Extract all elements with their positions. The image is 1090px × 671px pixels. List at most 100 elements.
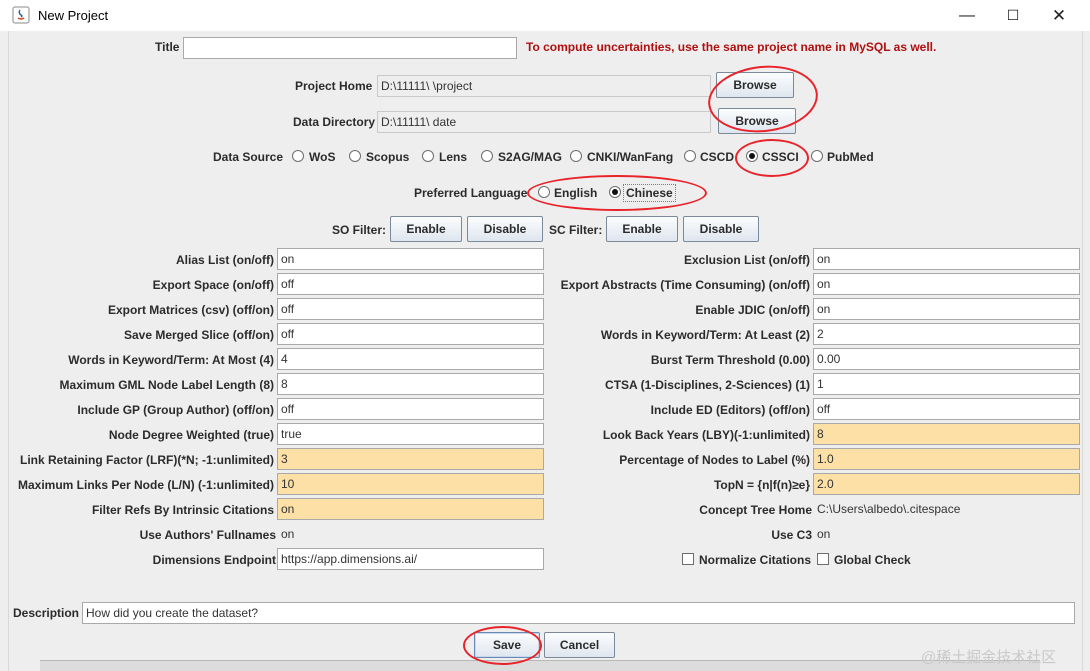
param-exclusion-list-input[interactable]: on — [813, 248, 1080, 270]
radio-cnki-wanfang[interactable] — [570, 150, 582, 162]
param-max-links-per-node-input[interactable]: 10 — [277, 473, 544, 495]
description-label: Description — [13, 606, 80, 620]
radio-wos[interactable] — [292, 150, 304, 162]
param-gml-label-length-input[interactable]: 8 — [277, 373, 544, 395]
param-include-gp-input[interactable]: off — [277, 398, 544, 420]
data-directory-field[interactable]: D:\11111\ date — [377, 111, 711, 133]
radio-cscd-label[interactable]: CSCD — [700, 150, 734, 164]
param-label-exclusion-list: Exclusion List (on/off) — [684, 253, 810, 267]
param-topn-input[interactable]: 2.0 — [813, 473, 1080, 495]
param-enable-jdic-input[interactable]: on — [813, 298, 1080, 320]
param-words-at-least-input[interactable]: 2 — [813, 323, 1080, 345]
data-directory-browse-button[interactable]: Browse — [718, 108, 796, 134]
param-alias-list-input[interactable]: on — [277, 248, 544, 270]
title-bar: New Project — ☐ ✕ — [0, 0, 1090, 31]
normalize-citations-checkbox[interactable] — [682, 553, 694, 565]
save-button[interactable]: Save — [474, 632, 540, 658]
radio-chinese[interactable] — [609, 186, 621, 198]
param-use-c3-input[interactable]: on — [813, 523, 1080, 545]
project-home-label: Project Home — [295, 79, 373, 93]
close-button[interactable]: ✕ — [1036, 0, 1082, 31]
radio-wos-label[interactable]: WoS — [309, 150, 335, 164]
param-label-export-matrices: Export Matrices (csv) (off/on) — [107, 303, 274, 317]
param-label-topn: TopN = {n|f(n)≥e} — [713, 478, 810, 492]
param-percentage-nodes-input[interactable]: 1.0 — [813, 448, 1080, 470]
param-label-burst-threshold: Burst Term Threshold (0.00) — [650, 353, 810, 367]
param-label-ctsa: CTSA (1-Disciplines, 2-Sciences) (1) — [605, 378, 810, 392]
param-label-authors-fullnames: Use Authors' Fullnames — [139, 528, 276, 542]
radio-pubmed-label[interactable]: PubMed — [827, 150, 874, 164]
radio-cssci-label[interactable]: CSSCI — [762, 150, 799, 164]
param-label-gml-label-length: Maximum GML Node Label Length (8) — [59, 378, 274, 392]
param-words-at-most-input[interactable]: 4 — [277, 348, 544, 370]
param-label-save-merged-slice: Save Merged Slice (off/on) — [123, 328, 274, 342]
radio-cnki-wanfang-label[interactable]: CNKI/WanFang — [587, 150, 673, 164]
normalize-citations-label[interactable]: Normalize Citations — [699, 553, 811, 567]
param-concept-tree-home-input[interactable]: C:\Users\albedo\.citespace — [813, 498, 1080, 520]
radio-cscd[interactable] — [684, 150, 696, 162]
sc-filter-disable-button[interactable]: Disable — [683, 216, 759, 242]
param-export-space-input[interactable]: off — [277, 273, 544, 295]
param-label-max-links-per-node: Maximum Links Per Node (L/N) (-1:unlimit… — [17, 478, 274, 492]
radio-english[interactable] — [538, 186, 550, 198]
radio-cssci[interactable] — [746, 150, 758, 162]
param-label-words-at-most: Words in Keyword/Term: At Most (4) — [68, 353, 274, 367]
radio-lens-label[interactable]: Lens — [439, 150, 467, 164]
title-label: Title — [155, 40, 180, 54]
param-ctsa-input[interactable]: 1 — [813, 373, 1080, 395]
param-authors-fullnames-input[interactable]: on — [277, 523, 544, 545]
param-label-dimensions-endpoint: Dimensions Endpoint — [152, 553, 276, 567]
param-label-node-degree-weighted: Node Degree Weighted (true) — [108, 428, 274, 442]
param-filter-refs-input[interactable]: on — [277, 498, 544, 520]
project-home-browse-button[interactable]: Browse — [716, 72, 794, 98]
param-label-export-abstracts: Export Abstracts (Time Consuming) (on/of… — [560, 278, 810, 292]
radio-english-label[interactable]: English — [554, 186, 597, 200]
java-app-icon — [12, 6, 30, 24]
project-home-field[interactable]: D:\11111\ \project — [377, 75, 711, 97]
global-check-label[interactable]: Global Check — [834, 553, 911, 567]
param-burst-threshold-input[interactable]: 0.00 — [813, 348, 1080, 370]
param-node-degree-weighted-input[interactable]: true — [277, 423, 544, 445]
so-filter-disable-button[interactable]: Disable — [467, 216, 543, 242]
param-label-alias-list: Alias List (on/off) — [176, 253, 274, 267]
param-label-enable-jdic: Enable JDIC (on/off) — [695, 303, 810, 317]
param-include-ed-input[interactable]: off — [813, 398, 1080, 420]
param-label-look-back-years: Look Back Years (LBY)(-1:unlimited) — [602, 428, 810, 442]
radio-s2ag-mag-label[interactable]: S2AG/MAG — [498, 150, 562, 164]
param-save-merged-slice-input[interactable]: off — [277, 323, 544, 345]
global-check-checkbox[interactable] — [817, 553, 829, 565]
maximize-button[interactable]: ☐ — [990, 0, 1036, 31]
param-link-retaining-factor-input[interactable]: 3 — [277, 448, 544, 470]
param-dimensions-endpoint-input[interactable]: https://app.dimensions.ai/ — [277, 548, 544, 570]
param-label-words-at-least: Words in Keyword/Term: At Least (2) — [600, 328, 810, 342]
param-label-include-ed: Include ED (Editors) (off/on) — [650, 403, 810, 417]
radio-chinese-label[interactable]: Chinese — [623, 184, 676, 202]
description-input[interactable]: How did you create the dataset? — [82, 602, 1075, 624]
data-directory-label: Data Directory — [293, 115, 376, 129]
radio-scopus[interactable] — [349, 150, 361, 162]
background-window-edge — [40, 660, 1040, 671]
param-label-export-space: Export Space (on/off) — [152, 278, 274, 292]
radio-pubmed[interactable] — [811, 150, 823, 162]
radio-lens[interactable] — [422, 150, 434, 162]
uncertainty-notice: To compute uncertainties, use the same p… — [526, 40, 937, 54]
so-filter-enable-button[interactable]: Enable — [390, 216, 462, 242]
preferred-language-label: Preferred Language — [414, 186, 528, 200]
so-filter-label: SO Filter: — [332, 223, 387, 237]
radio-s2ag-mag[interactable] — [481, 150, 493, 162]
minimize-button[interactable]: — — [944, 0, 990, 31]
window-title: New Project — [38, 8, 109, 23]
param-export-abstracts-input[interactable]: on — [813, 273, 1080, 295]
param-export-matrices-input[interactable]: off — [277, 298, 544, 320]
data-source-label: Data Source — [213, 150, 284, 164]
watermark: @稀土掘金技术社区 — [921, 649, 1057, 666]
param-label-percentage-nodes: Percentage of Nodes to Label (%) — [619, 453, 810, 467]
param-look-back-years-input[interactable]: 8 — [813, 423, 1080, 445]
cancel-button[interactable]: Cancel — [544, 632, 615, 658]
title-input[interactable] — [183, 37, 517, 59]
param-label-include-gp: Include GP (Group Author) (off/on) — [77, 403, 274, 417]
radio-scopus-label[interactable]: Scopus — [366, 150, 409, 164]
param-label-concept-tree-home: Concept Tree Home — [699, 503, 812, 517]
param-label-filter-refs: Filter Refs By Intrinsic Citations — [91, 503, 274, 517]
sc-filter-enable-button[interactable]: Enable — [606, 216, 678, 242]
